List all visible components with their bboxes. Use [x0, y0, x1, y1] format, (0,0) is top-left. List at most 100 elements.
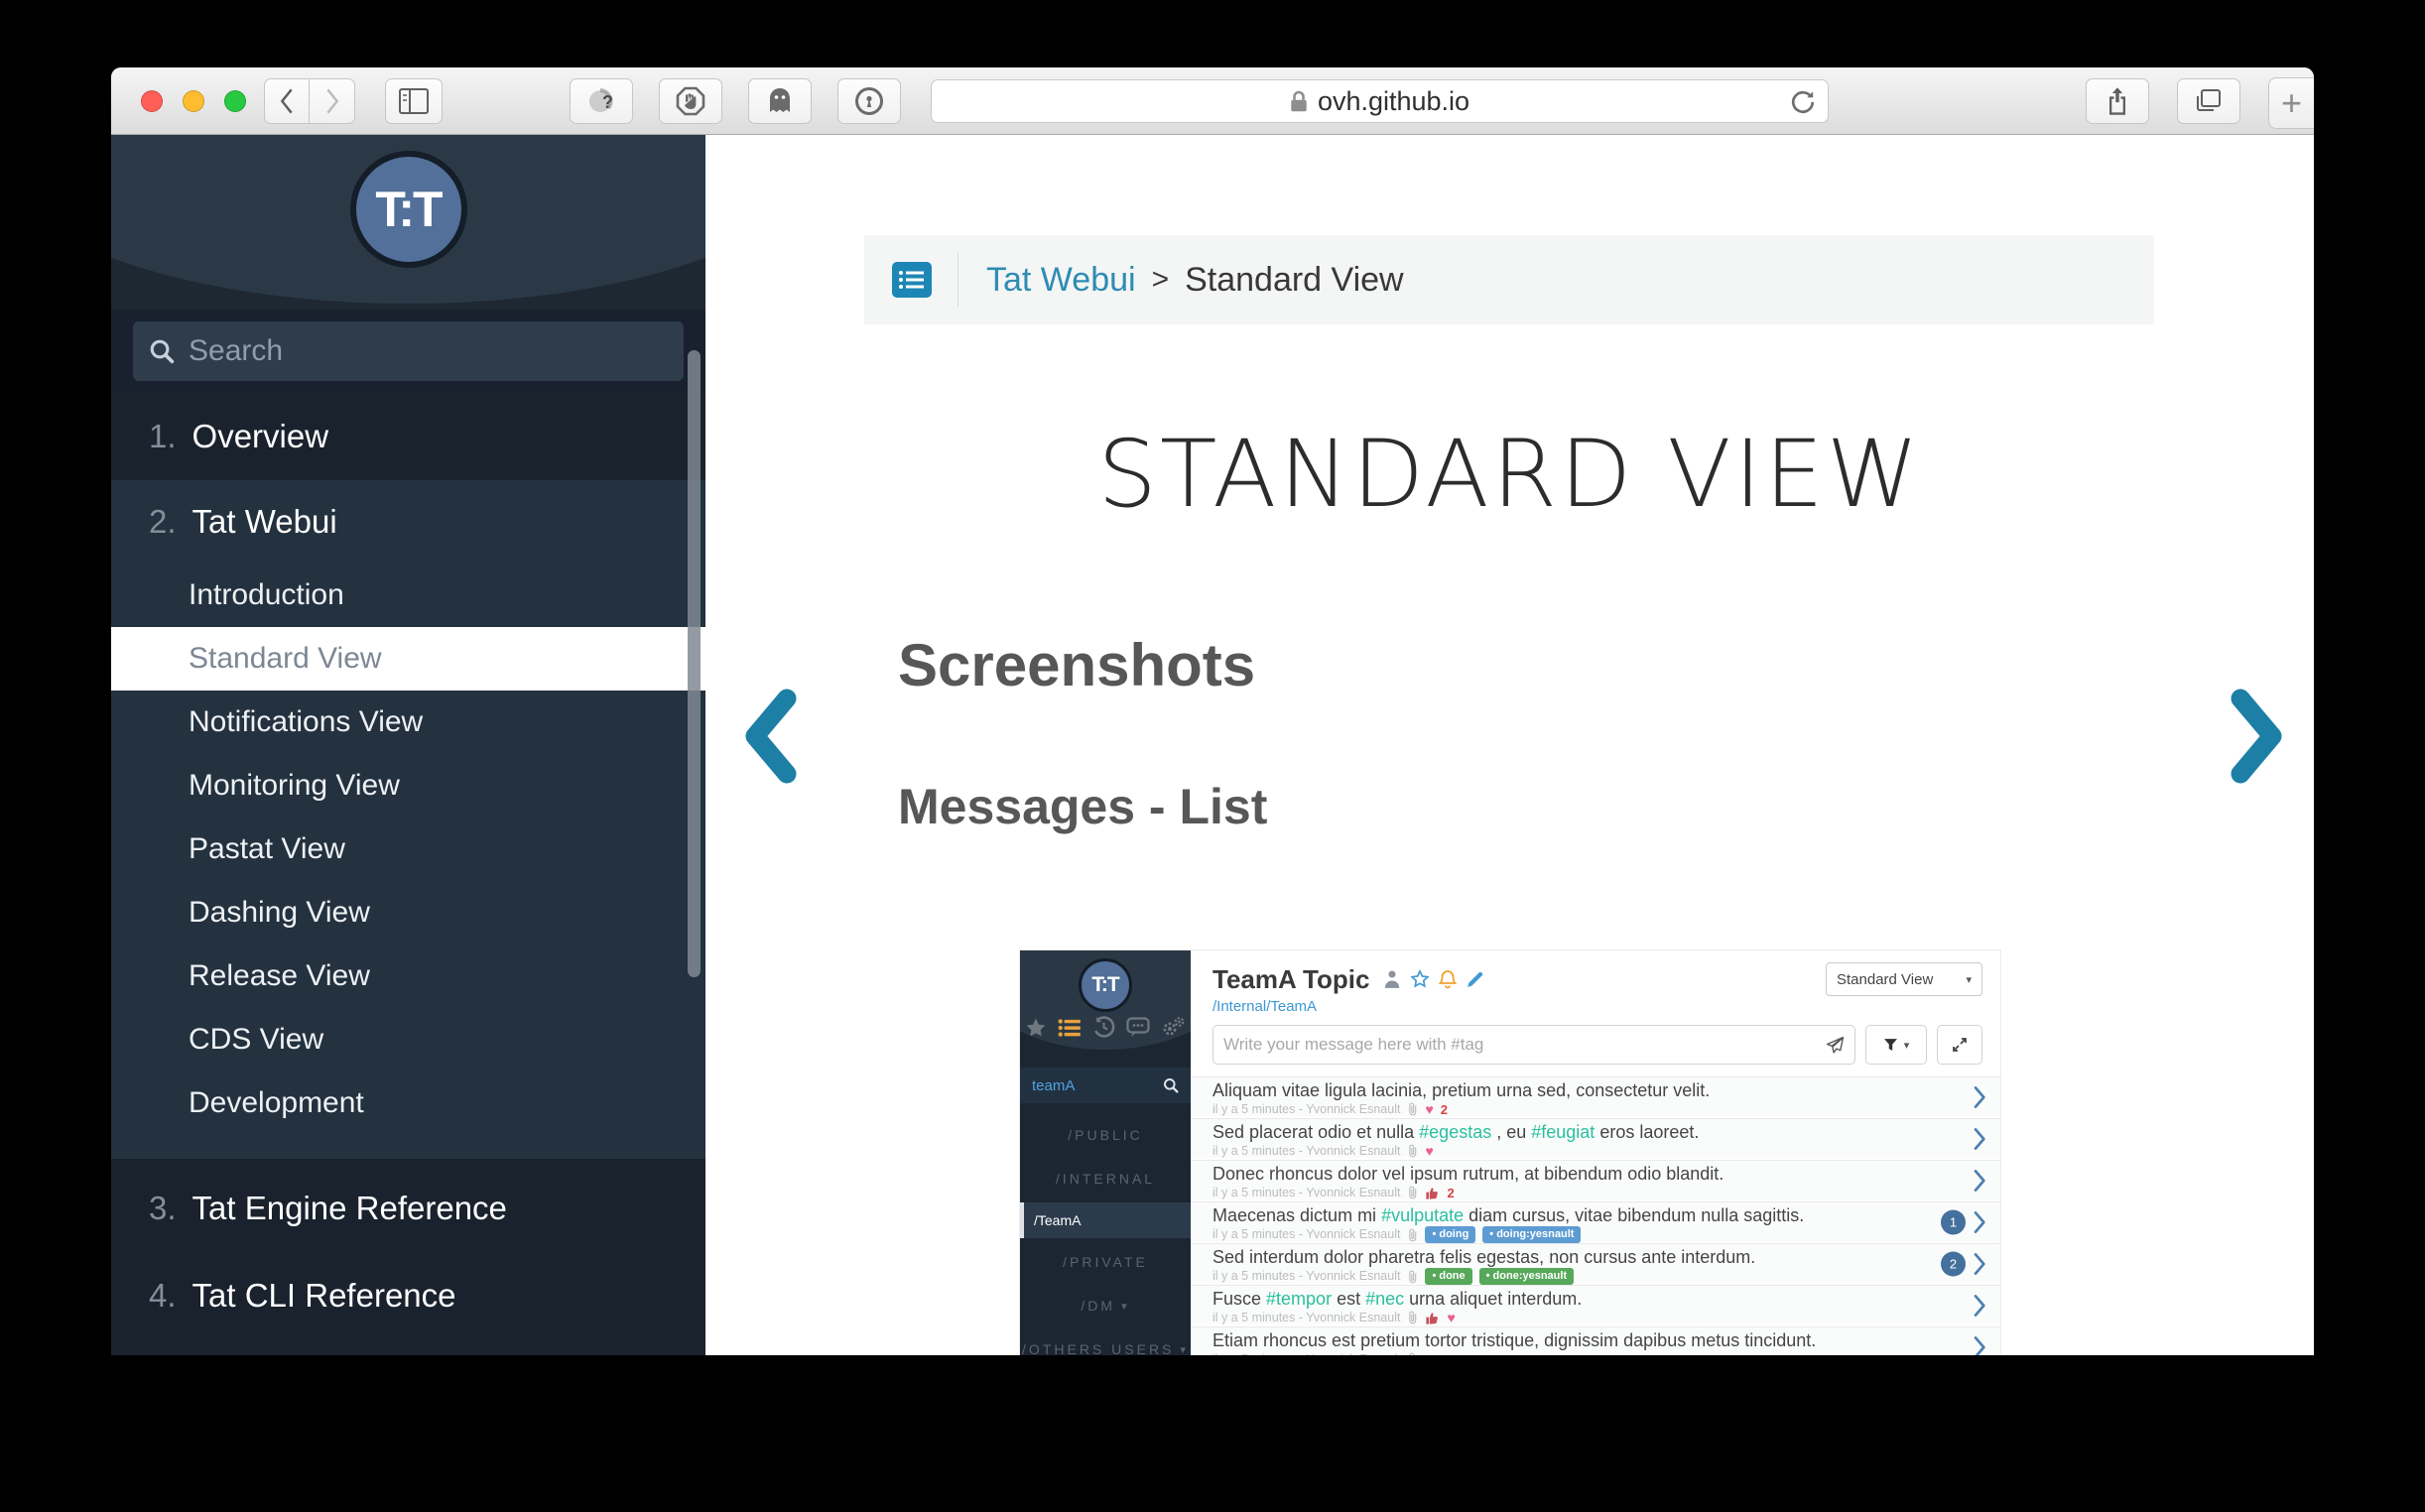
message-row[interactable]: Etiam rhoncus est pretium tortor tristiq… — [1191, 1326, 2000, 1355]
text-segment: est — [1332, 1289, 1365, 1309]
sidebar-item-release-view[interactable]: Release View — [111, 945, 705, 1008]
star-outline-icon[interactable] — [1410, 969, 1430, 989]
sidebar-item-introduction[interactable]: Introduction — [111, 564, 705, 627]
doc-content: Tat Webui > Standard View STANDARD VIEW … — [705, 135, 2314, 1355]
address-bar-content: ovh.github.io — [1290, 86, 1469, 117]
minimize-window-button[interactable] — [183, 90, 204, 112]
message-input[interactable] — [1223, 1035, 1826, 1055]
share-button[interactable] — [2086, 78, 2149, 124]
sidebar-toggle-button[interactable] — [385, 78, 443, 124]
message-row[interactable]: Donec rhoncus dolor vel ipsum rutrum, at… — [1191, 1160, 2000, 1199]
tree-item-label: /PUBLIC — [1068, 1127, 1142, 1143]
toc-list-icon[interactable] — [890, 260, 934, 300]
hashtag: #nec — [1365, 1289, 1404, 1309]
breadcrumb-parent-link[interactable]: Tat Webui — [986, 261, 1136, 300]
message-meta: il y a 5 minutes - Yvonnick Esnault♥ — [1212, 1143, 1921, 1159]
extension-button-2[interactable] — [659, 78, 722, 124]
sidebar-item-notifications-view[interactable]: Notifications View — [111, 691, 705, 754]
expand-button[interactable] — [1937, 1025, 1982, 1065]
address-bar[interactable]: ovh.github.io — [931, 79, 1829, 123]
search-field[interactable] — [133, 321, 684, 381]
item-label: CDS View — [189, 1023, 323, 1057]
user-icon[interactable] — [1383, 969, 1401, 989]
message-text: Fusce #tempor est #nec urna aliquet inte… — [1212, 1289, 1921, 1310]
subsection-heading: Messages - List — [898, 778, 1267, 835]
tree-item-others-users[interactable]: /OTHERS USERS▾ — [1020, 1327, 1191, 1355]
extension-button-1[interactable]: ? — [570, 78, 633, 124]
extension-button-4[interactable] — [837, 78, 901, 124]
tat-logo[interactable]: T:T — [350, 151, 467, 268]
new-tab-label: + — [2281, 82, 2302, 124]
item-number: 2. — [149, 503, 177, 541]
text-segment: Etiam rhoncus est pretium tortor tristiq… — [1212, 1330, 1816, 1350]
message-row-actions — [1974, 1335, 1986, 1355]
app-search-icon — [1163, 1077, 1179, 1093]
search-input[interactable] — [189, 334, 668, 368]
forward-button[interactable] — [310, 78, 355, 124]
filter-button[interactable]: ▾ — [1865, 1025, 1927, 1065]
history-icon[interactable] — [1092, 1016, 1115, 1039]
sidebar-item-tat-engine-reference[interactable]: 3.Tat Engine Reference — [111, 1165, 705, 1252]
sidebar-scrollbar-thumb[interactable] — [688, 350, 701, 977]
item-label: Notifications View — [189, 705, 423, 739]
topic-path-link[interactable]: /Internal/TeamA — [1212, 998, 2000, 1015]
message-compose-row: ▾ — [1212, 1025, 1982, 1065]
back-button[interactable] — [264, 78, 310, 124]
caret-down-icon: ▾ — [1180, 1343, 1189, 1356]
sidebar-item-development[interactable]: Development — [111, 1071, 705, 1135]
sidebar-item-overview[interactable]: 1.Overview — [111, 393, 705, 480]
message-row[interactable]: Maecenas dictum mi #vulputate diam cursu… — [1191, 1201, 2000, 1241]
hashtag: #egestas — [1419, 1122, 1491, 1142]
edit-pencil-icon[interactable] — [1466, 970, 1484, 989]
next-page-arrow[interactable] — [2229, 687, 2286, 786]
tree-item-private[interactable]: /PRIVATE — [1020, 1240, 1191, 1284]
item-label: Dashing View — [189, 896, 370, 930]
message-input-field[interactable] — [1212, 1025, 1855, 1065]
message-row[interactable]: Aliquam vitae ligula lacinia, pretium ur… — [1191, 1076, 2000, 1116]
message-row[interactable]: Sed interdum dolor pharetra felis egesta… — [1191, 1243, 2000, 1283]
sidebar-item-standard-view[interactable]: Standard View — [111, 627, 705, 691]
sidebar-item-tat-cli-reference[interactable]: 4.Tat CLI Reference — [111, 1252, 705, 1339]
chevron-left-icon — [279, 87, 295, 115]
app-tat-logo-text: T:T — [1091, 973, 1118, 997]
hashtag: #tempor — [1266, 1289, 1332, 1309]
tree-item-internal[interactable]: /INTERNAL — [1020, 1157, 1191, 1200]
sidebar-item-cds-view[interactable]: CDS View — [111, 1008, 705, 1071]
message-row[interactable]: Sed placerat odio et nulla #egestas , eu… — [1191, 1118, 2000, 1158]
message-timestamp-author: il y a 5 minutes - Yvonnick Esnault — [1212, 1186, 1400, 1200]
item-number: 3. — [149, 1190, 177, 1227]
doc-sidebar: T:T 1.Overview 2.Tat Webui Introduction St… — [111, 135, 705, 1355]
new-tab-button[interactable]: + — [2268, 77, 2314, 129]
tree-item-public[interactable]: /PUBLIC — [1020, 1113, 1191, 1157]
sidebar-search-area — [111, 310, 705, 393]
close-window-button[interactable] — [141, 90, 163, 112]
message-row-actions — [1974, 1169, 1986, 1192]
tree-item-dm[interactable]: /DM▾ — [1020, 1284, 1191, 1327]
breadcrumb-separator: > — [1152, 263, 1170, 297]
sidebar-item-monitoring-view[interactable]: Monitoring View — [111, 754, 705, 818]
sidebar-item-dashing-view[interactable]: Dashing View — [111, 881, 705, 945]
app-topic-search[interactable]: teamA — [1020, 1068, 1191, 1103]
reload-icon[interactable] — [1788, 87, 1818, 117]
item-label: Introduction — [189, 578, 344, 612]
message-row[interactable]: Fusce #tempor est #nec urna aliquet inte… — [1191, 1285, 2000, 1324]
extension-button-3[interactable] — [748, 78, 812, 124]
app-sidebar-icons — [1020, 1016, 1191, 1039]
view-select[interactable]: Standard View ▾ — [1826, 962, 1982, 996]
bell-icon[interactable] — [1439, 969, 1457, 990]
topic-list-icon[interactable] — [1058, 1016, 1082, 1039]
text-segment: Fusce — [1212, 1289, 1266, 1309]
tab-overview-button[interactable] — [2177, 78, 2240, 124]
paperclip-icon — [1407, 1101, 1418, 1117]
tree-item-teama[interactable]: /TeamA — [1020, 1202, 1191, 1238]
settings-gears-icon[interactable] — [1161, 1016, 1186, 1039]
keyhole-icon — [854, 86, 884, 116]
sidebar-item-tat-webui[interactable]: 2.Tat Webui — [111, 480, 705, 564]
previous-page-arrow[interactable] — [741, 687, 799, 786]
chat-bubble-icon[interactable] — [1126, 1016, 1150, 1039]
zoom-window-button[interactable] — [224, 90, 246, 112]
sidebar-item-pastat-view[interactable]: Pastat View — [111, 818, 705, 881]
send-plane-icon[interactable] — [1826, 1036, 1845, 1055]
favorites-star-icon[interactable] — [1025, 1016, 1047, 1039]
message-timestamp-author: il y a 5 minutes - Yvonnick Esnault — [1212, 1352, 1400, 1356]
